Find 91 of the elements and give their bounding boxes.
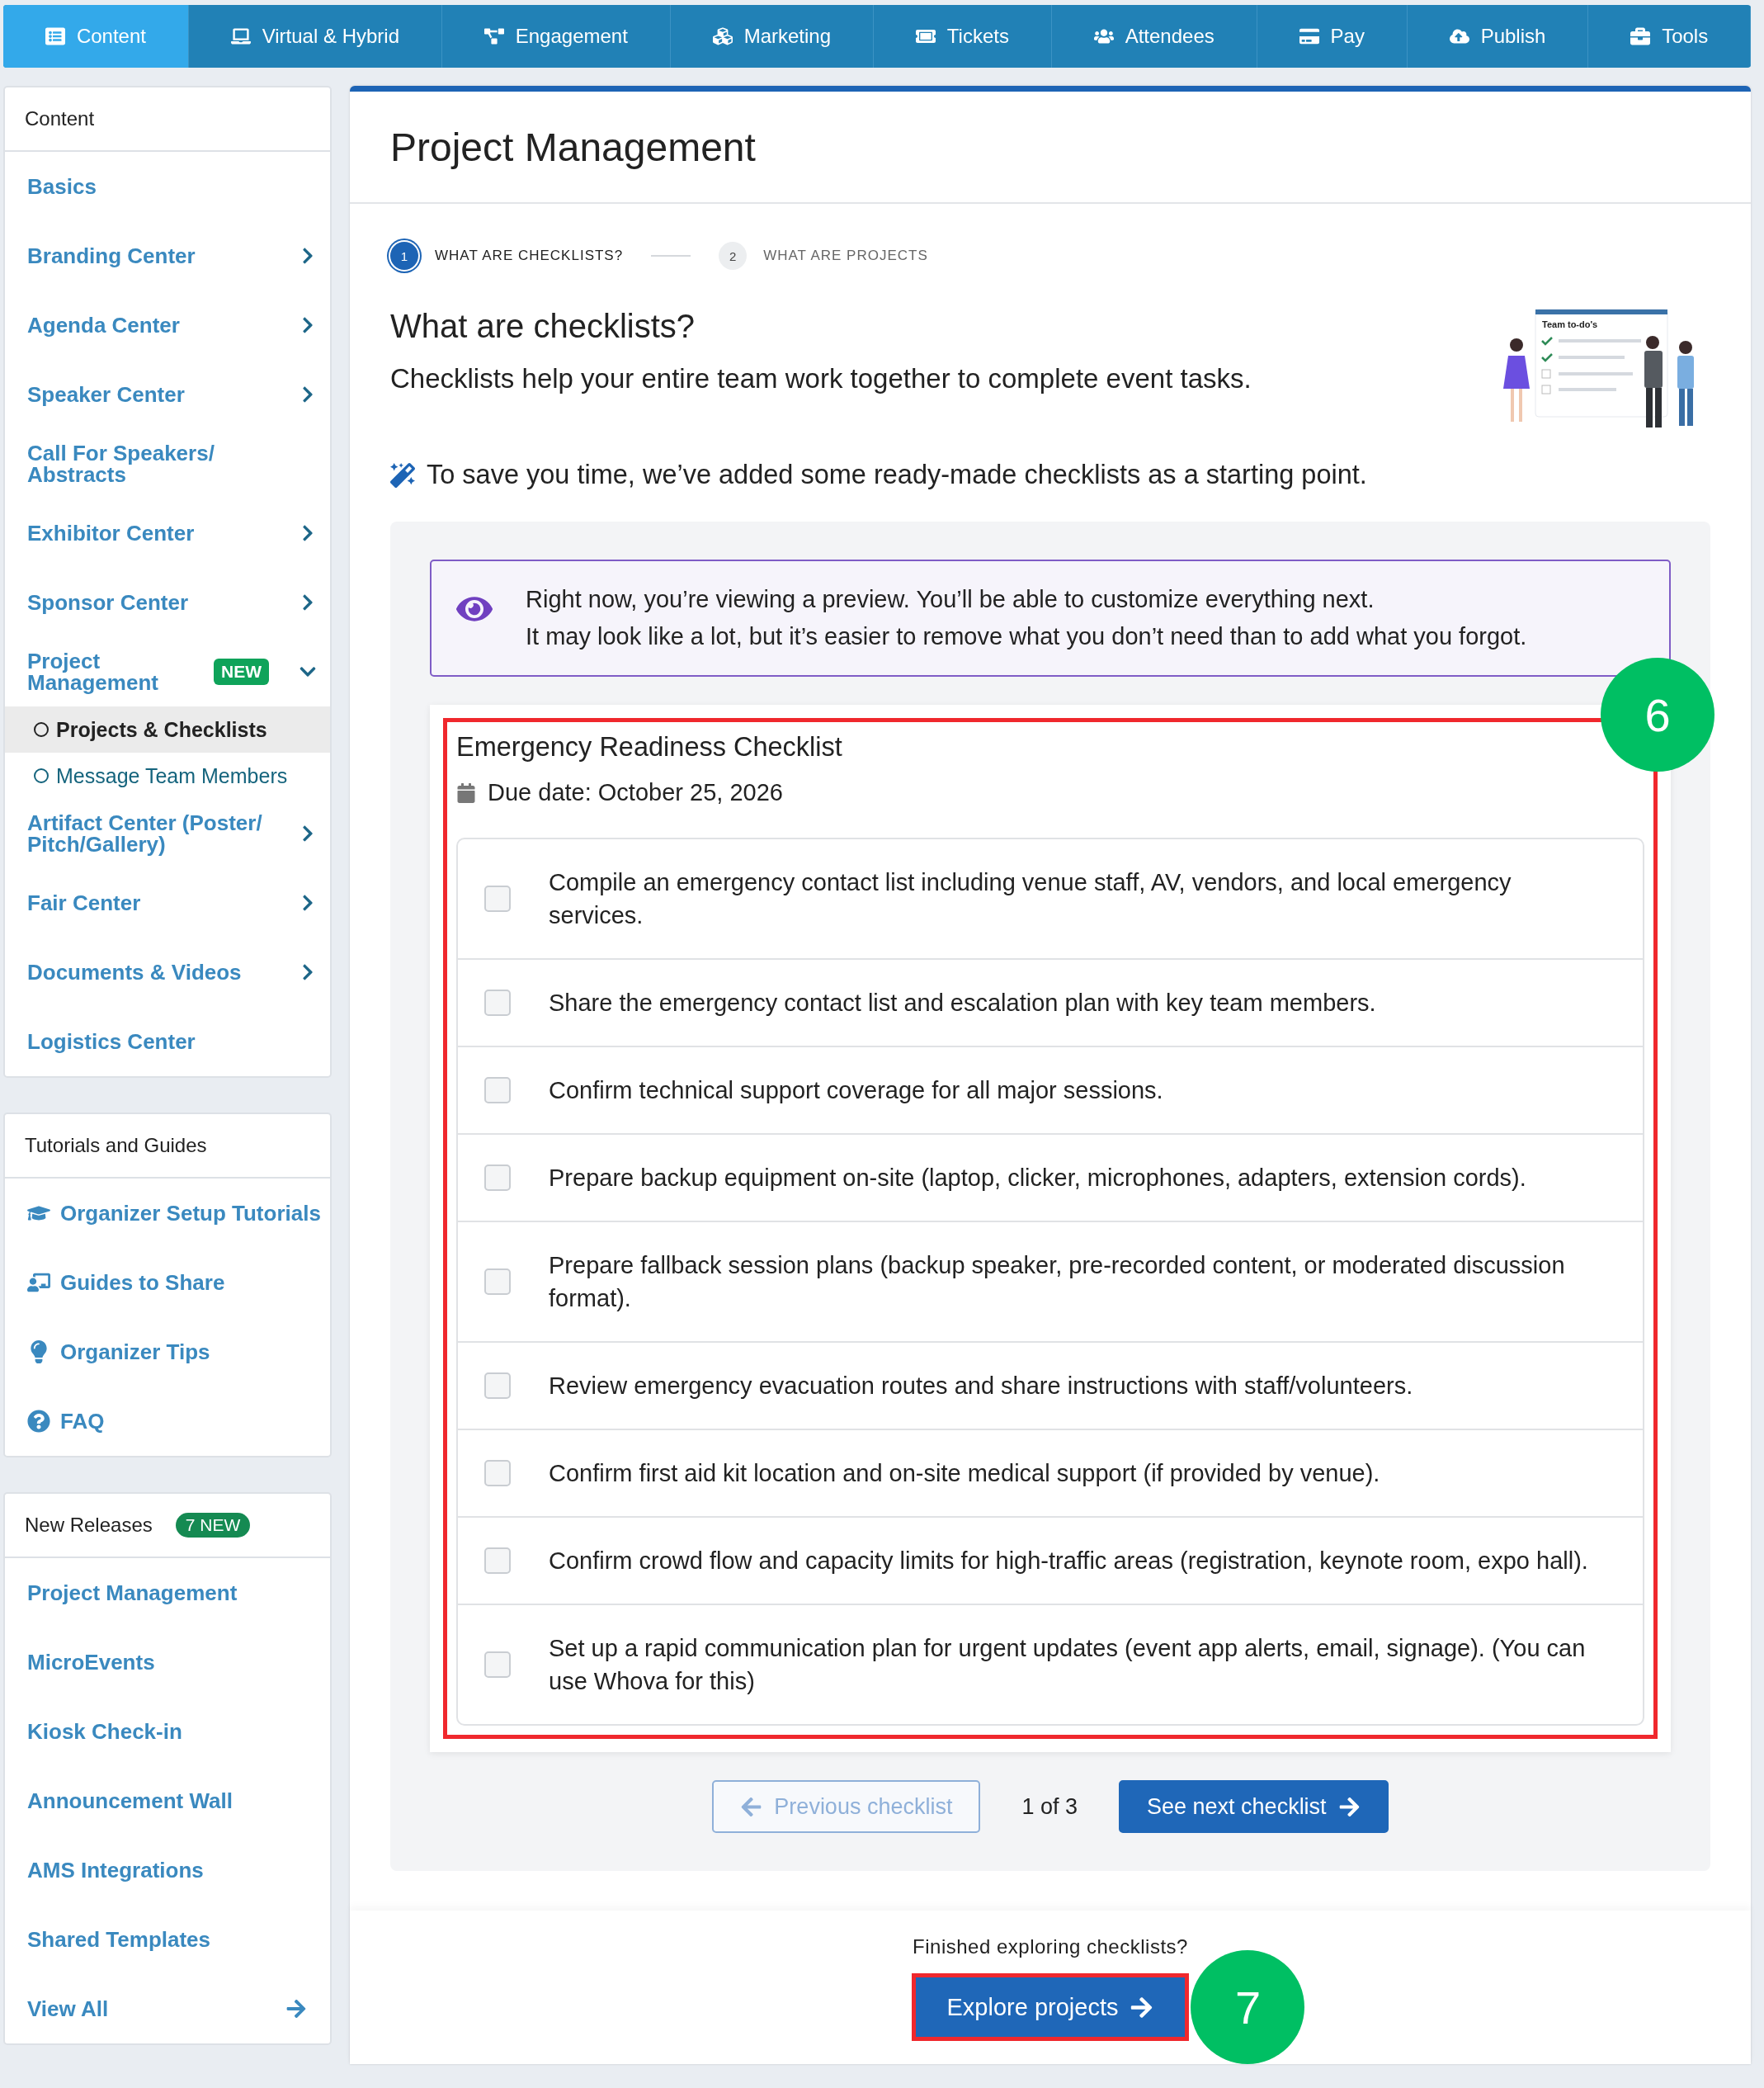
- sidebar-item[interactable]: Speaker Center: [5, 360, 330, 429]
- circle-icon: [33, 768, 50, 784]
- presenter-icon: [27, 1271, 50, 1294]
- tip-text: To save you time, we’ve added some ready-made checklists as a starting point.: [427, 460, 1367, 490]
- checkbox[interactable]: [484, 1268, 511, 1295]
- sidebar-item[interactable]: Artifact Center (Poster/ Pitch/Gallery): [5, 799, 330, 868]
- nav-tab-icon: [230, 26, 251, 46]
- task-text: Prepare fallback session plans (backup speaker, pre-recorded content, or moderated discussion format).: [549, 1251, 1566, 1313]
- step-label: WHAT ARE CHECKLISTS?: [435, 248, 624, 264]
- illustration-caption: Team to-do's: [1542, 319, 1598, 329]
- task-text: Confirm crowd flow and capacity limits for high-traffic areas (registration, keynote room, expo hall).: [549, 1547, 1588, 1575]
- sidebar-item[interactable]: Branding Center: [5, 221, 330, 291]
- nav-tab-icon: [712, 26, 733, 46]
- page-title: Project Management: [390, 124, 756, 170]
- sidebar-subitem[interactable]: Message Team Members: [5, 753, 330, 799]
- checkbox[interactable]: [484, 1164, 511, 1191]
- sidebar-item[interactable]: MicroEvents: [5, 1627, 330, 1697]
- circle-icon: [33, 721, 50, 738]
- nav-tab[interactable]: Tools: [1588, 5, 1751, 68]
- sidebar-item[interactable]: Kiosk Check-in: [5, 1697, 330, 1766]
- sidebar-item[interactable]: Organizer Setup Tutorials: [5, 1179, 330, 1248]
- nav-tab[interactable]: Content: [3, 5, 189, 68]
- step-callout: 7: [1191, 1950, 1305, 2064]
- sidebar-item[interactable]: AMS Integrations: [5, 1835, 330, 1905]
- step-callout: 6: [1601, 658, 1714, 772]
- checkbox[interactable]: [484, 1077, 511, 1103]
- checkbox[interactable]: [484, 990, 511, 1016]
- task-text: Set up a rapid communication plan for urgent updates (event app alerts, email, signage). (You can use Whova for this): [549, 1634, 1587, 1696]
- magic-wand-icon: [390, 462, 415, 488]
- due-date: Due date: October 25, 2026: [488, 779, 783, 806]
- help-icon: [27, 1410, 50, 1433]
- sidebar-item[interactable]: Project Management NEW: [5, 637, 330, 706]
- sidebar-item[interactable]: Exhibitor Center: [5, 498, 330, 568]
- nav-tab-icon: [1299, 26, 1319, 46]
- nav-tab[interactable]: Engagement: [441, 5, 671, 68]
- checklist-title: Emergency Readiness Checklist: [456, 732, 843, 763]
- nav-tab[interactable]: Attendees: [1051, 5, 1257, 68]
- sidebar-item[interactable]: Announcement Wall: [5, 1766, 330, 1835]
- step-label: WHAT ARE PROJECTS: [763, 248, 928, 264]
- arrow-left-icon: [740, 1795, 763, 1818]
- footer-prompt: Finished exploring checklists?: [913, 1935, 1188, 1958]
- sidebar-item[interactable]: Guides to Share: [5, 1248, 330, 1317]
- nav-tab[interactable]: Tickets: [873, 5, 1052, 68]
- checkbox[interactable]: [484, 1372, 511, 1399]
- notice-text: Right now, you’re viewing a preview. You’ll be able to customize everything next.: [526, 586, 1375, 613]
- checkbox[interactable]: [484, 886, 511, 912]
- section-description: Checklists help your entire team work together to complete event tasks.: [390, 363, 1252, 394]
- view-all-link[interactable]: View All: [5, 1974, 330, 2043]
- nav-tab[interactable]: Virtual & Hybrid: [188, 5, 442, 68]
- checkbox[interactable]: [484, 1547, 511, 1574]
- arrow-right-icon: [285, 1998, 307, 2020]
- task-text: Prepare backup equipment on-site (laptop, clicker, microphones, adapters, extension cords).: [549, 1164, 1526, 1193]
- task-text: Review emergency evacuation routes and share instructions with staff/volunteers.: [549, 1372, 1413, 1401]
- nav-tab[interactable]: Publish: [1407, 5, 1589, 68]
- sidebar-item[interactable]: Logistics Center: [5, 1007, 330, 1076]
- step-number[interactable]: 2: [719, 242, 748, 270]
- page-counter: 1 of 3: [1021, 1793, 1078, 1820]
- nav-tab-icon: [45, 26, 65, 46]
- sidebar-item[interactable]: Fair Center: [5, 868, 330, 938]
- sidebar-item[interactable]: Project Management: [5, 1558, 330, 1627]
- task-text: Share the emergency contact list and escalation plan with key team members.: [549, 989, 1376, 1018]
- sidebar-header: Content: [25, 107, 95, 130]
- sidebar-item[interactable]: Sponsor Center: [5, 568, 330, 637]
- explore-projects-button[interactable]: Explore projects: [911, 1973, 1190, 2041]
- task-text: Confirm first aid kit location and on-site medical support (if provided by venue).: [549, 1459, 1380, 1488]
- checkbox[interactable]: [484, 1651, 511, 1678]
- task-text: Compile an emergency contact list including venue staff, AV, vendors, and local emergency services.: [549, 868, 1512, 930]
- arrow-right-icon: [1130, 1995, 1154, 2020]
- checkbox[interactable]: [484, 1460, 511, 1486]
- sidebar-subitem[interactable]: Projects & Checklists: [5, 706, 330, 753]
- nav-tab-icon: [483, 26, 504, 46]
- arrow-right-icon: [1337, 1795, 1361, 1818]
- next-checklist-button[interactable]: See next checklist: [1119, 1780, 1389, 1833]
- calendar-icon: [456, 782, 476, 803]
- sidebar-item[interactable]: Organizer Tips: [5, 1317, 330, 1386]
- sidebar-item[interactable]: Documents & Videos: [5, 938, 330, 1007]
- sidebar-item[interactable]: Agenda Center: [5, 291, 330, 360]
- nav-tab[interactable]: Marketing: [670, 5, 874, 68]
- sidebar-item[interactable]: FAQ: [5, 1386, 330, 1456]
- sidebar-header: Tutorials and Guides: [25, 1134, 207, 1157]
- new-badge: NEW: [214, 659, 269, 685]
- task-text: Confirm technical support coverage for all major sessions.: [549, 1076, 1163, 1105]
- notice-text: It may look like a lot, but it’s easier to remove what you don’t need than to add what you forgot.: [526, 623, 1527, 650]
- nav-tab[interactable]: Pay: [1257, 5, 1408, 68]
- sidebar-header: New Releases: [25, 1514, 153, 1537]
- new-count-badge: 7 NEW: [175, 1513, 251, 1538]
- nav-tab-icon: [1630, 26, 1651, 46]
- section-heading: What are checklists?: [390, 308, 696, 345]
- sidebar-item[interactable]: Shared Templates: [5, 1905, 330, 1974]
- sidebar-item[interactable]: Basics: [5, 152, 330, 221]
- sidebar-item[interactable]: Call For Speakers/ Abstracts: [5, 429, 330, 498]
